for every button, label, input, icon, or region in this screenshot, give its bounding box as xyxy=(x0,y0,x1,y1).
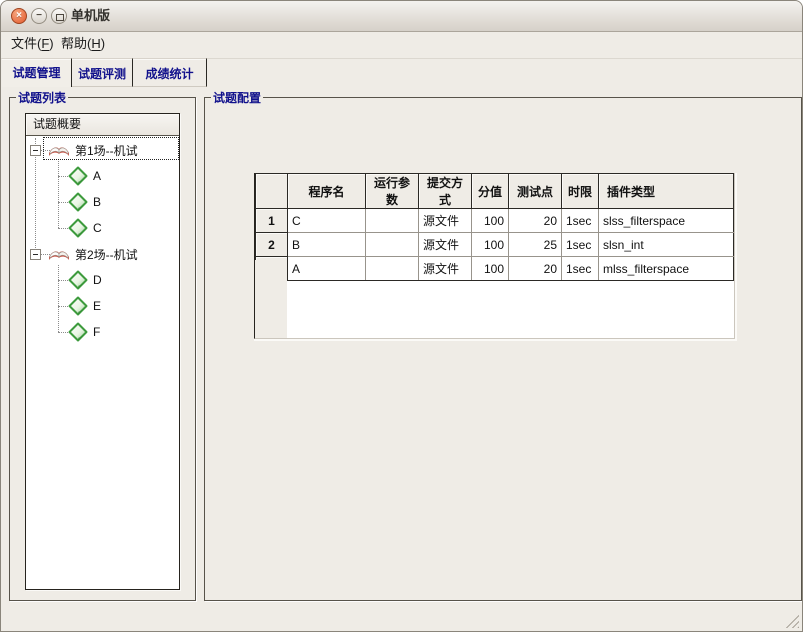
green-diamond-icon xyxy=(68,166,88,186)
submit-cell[interactable]: 源文件 xyxy=(419,209,472,233)
col-header-tests[interactable]: 测试点 xyxy=(509,174,562,209)
expand-toggle-group1[interactable] xyxy=(30,145,41,156)
tree-item-f[interactable]: F xyxy=(68,320,100,344)
corner-header-cell xyxy=(256,174,288,209)
tab-score-stats[interactable]: 成绩统计 xyxy=(133,58,207,87)
tree-item-label: 第1场--机试 xyxy=(75,142,138,159)
open-book-icon xyxy=(48,141,70,159)
table-row: 1 C 源文件 100 20 1sec slss_filterspace xyxy=(256,209,734,233)
expand-toggle-group2[interactable] xyxy=(30,249,41,260)
tests-cell[interactable]: 25 xyxy=(509,233,562,257)
menu-file-close-paren: ) xyxy=(49,36,53,51)
col-header-score[interactable]: 分值 xyxy=(472,174,509,209)
tree-item-b[interactable]: B xyxy=(68,190,101,214)
table-header-row: 程序名 运行参数 提交方式 分值 测试点 时限 插件类型 xyxy=(256,174,734,209)
tree-item-label: F xyxy=(93,325,100,339)
col-header-args[interactable]: 运行参数 xyxy=(366,174,419,209)
close-icon[interactable]: × xyxy=(11,8,27,24)
tree-item-e[interactable]: E xyxy=(68,294,101,318)
tree-group2-connector xyxy=(58,265,59,332)
tests-cell[interactable]: 20 xyxy=(509,257,562,281)
green-diamond-icon xyxy=(68,322,88,342)
submit-cell[interactable]: 源文件 xyxy=(419,233,472,257)
tree-body[interactable]: 第1场--机试 A B C 第2场--机试 D xyxy=(26,136,179,589)
time-cell[interactable]: 1sec xyxy=(562,257,599,281)
score-cell[interactable]: 100 xyxy=(472,233,509,257)
group-question-list-title: 试题列表 xyxy=(16,89,68,106)
config-table-viewport: 程序名 运行参数 提交方式 分值 测试点 时限 插件类型 1 C 源文件 100… xyxy=(254,173,735,339)
tree-item-label: B xyxy=(93,195,101,209)
tree-item-group2[interactable]: 第2场--机试 xyxy=(48,242,138,266)
tree-item-label: D xyxy=(93,273,102,287)
score-cell[interactable]: 100 xyxy=(472,257,509,281)
table-row: 3 A 源文件 100 20 1sec mlss_filterspace xyxy=(256,257,734,281)
tests-cell[interactable]: 20 xyxy=(509,209,562,233)
program-cell[interactable]: C xyxy=(288,209,366,233)
maximize-box-glyph xyxy=(56,14,64,21)
open-book-icon xyxy=(48,245,70,263)
green-diamond-icon xyxy=(68,296,88,316)
row-header-strip xyxy=(255,260,287,338)
args-cell[interactable] xyxy=(366,257,419,281)
tree-group1-connector xyxy=(58,161,59,228)
tab-question-manage[interactable]: 试题管理 xyxy=(2,58,72,87)
program-cell[interactable]: B xyxy=(288,233,366,257)
plugin-cell[interactable]: slsn_int xyxy=(599,233,734,257)
config-table: 程序名 运行参数 提交方式 分值 测试点 时限 插件类型 1 C 源文件 100… xyxy=(255,173,734,281)
args-cell[interactable] xyxy=(366,233,419,257)
plugin-cell[interactable]: mlss_filterspace xyxy=(599,257,734,281)
col-header-submit[interactable]: 提交方式 xyxy=(419,174,472,209)
table-row: 2 B 源文件 100 25 1sec slsn_int xyxy=(256,233,734,257)
program-cell[interactable]: A xyxy=(288,257,366,281)
tree-item-a[interactable]: A xyxy=(68,164,101,188)
col-header-plugin[interactable]: 插件类型 xyxy=(599,174,734,209)
tree-item-d[interactable]: D xyxy=(68,268,102,292)
menu-item-file[interactable]: 文件(F) xyxy=(7,31,58,57)
question-tree: 试题概要 第1场--机试 xyxy=(25,113,180,590)
window-title: 单机版 xyxy=(71,1,110,31)
maximize-icon[interactable] xyxy=(51,8,67,24)
row-header-2[interactable]: 2 xyxy=(256,233,288,257)
tab-bar: 试题管理 试题评测 成绩统计 xyxy=(2,58,207,87)
minimize-icon[interactable]: − xyxy=(31,8,47,24)
tree-item-label: 第2场--机试 xyxy=(75,246,138,263)
group-question-config-title: 试题配置 xyxy=(211,89,263,106)
score-cell[interactable]: 100 xyxy=(472,209,509,233)
time-cell[interactable]: 1sec xyxy=(562,209,599,233)
time-cell[interactable]: 1sec xyxy=(562,233,599,257)
tree-header: 试题概要 xyxy=(26,114,179,136)
menu-help-text: 帮助( xyxy=(61,36,91,51)
green-diamond-icon xyxy=(68,270,88,290)
menu-item-help[interactable]: 帮助(H) xyxy=(57,31,109,57)
tree-connector xyxy=(58,202,68,203)
tree-connector xyxy=(58,280,68,281)
tree-connector xyxy=(58,176,68,177)
submit-cell[interactable]: 源文件 xyxy=(419,257,472,281)
tree-connector xyxy=(58,228,68,229)
args-cell[interactable] xyxy=(366,209,419,233)
green-diamond-icon xyxy=(68,192,88,212)
tree-item-group1[interactable]: 第1场--机试 xyxy=(48,138,138,162)
tree-item-c[interactable]: C xyxy=(68,216,102,240)
green-diamond-icon xyxy=(68,218,88,238)
menubar: 文件(F) 帮助(H) xyxy=(1,31,802,59)
plugin-cell[interactable]: slss_filterspace xyxy=(599,209,734,233)
tree-item-label: C xyxy=(93,221,102,235)
col-header-program[interactable]: 程序名 xyxy=(288,174,366,209)
app-window: × − 单机版 文件(F) 帮助(H) 试题管理 试题评测 成绩统计 试题列表 … xyxy=(0,0,803,632)
menu-file-text: 文件( xyxy=(11,36,41,51)
row-header-1[interactable]: 1 xyxy=(256,209,288,233)
titlebar[interactable]: × − 单机版 xyxy=(1,1,802,32)
tree-item-label: E xyxy=(93,299,101,313)
menu-help-close-paren: ) xyxy=(101,36,105,51)
resize-grip-icon[interactable] xyxy=(784,613,799,628)
group-question-config: 试题配置 xyxy=(204,89,802,601)
tree-connector xyxy=(58,306,68,307)
tree-connector xyxy=(58,332,68,333)
menu-help-mnemonic: H xyxy=(91,36,100,51)
col-header-time[interactable]: 时限 xyxy=(562,174,599,209)
tree-item-label: A xyxy=(93,169,101,183)
tab-question-judge[interactable]: 试题评测 xyxy=(72,58,133,87)
